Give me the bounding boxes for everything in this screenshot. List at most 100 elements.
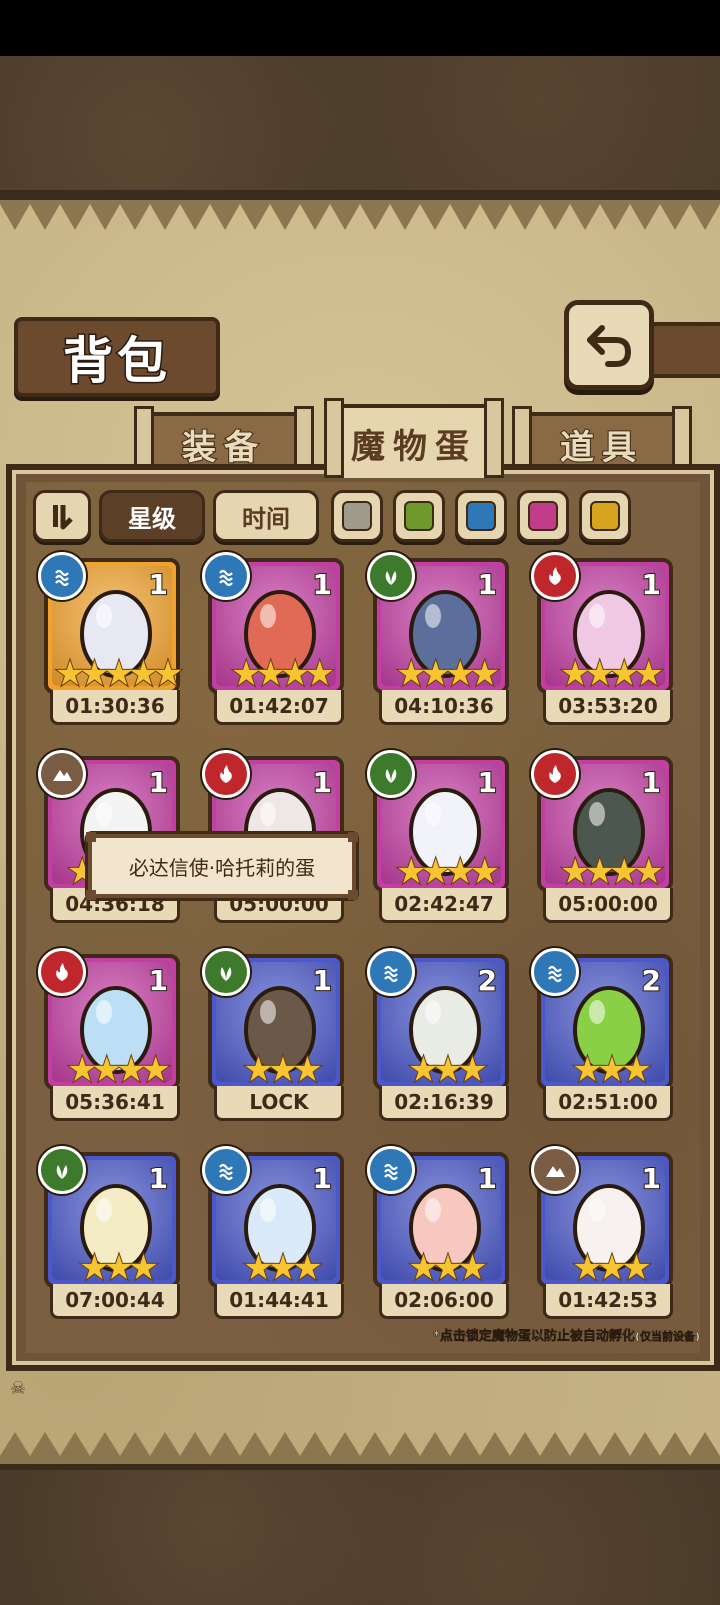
egg-slot[interactable]: ★★★ 1 01:44:41 [202,1146,344,1322]
tooltip-corner [86,832,96,842]
tab-equipment[interactable]: 装备 [134,406,314,486]
title-plate: 背包 [14,317,220,397]
star-rating: ★★★★ [559,654,665,694]
purple-swatch [528,501,558,531]
earth-element-icon [531,1146,579,1194]
hatch-timer: 07:00:44 [50,1284,180,1319]
star-rating: ★★★★ [559,852,665,892]
water-element-icon [202,552,250,600]
egg-count: 2 [476,963,498,998]
lock-hint-text: *点击锁定魔物蛋以防止被自动孵化 [433,1329,635,1345]
back-arrow-icon [587,325,632,367]
star-rating: ★★★ [407,1248,488,1288]
egg-slot[interactable]: ★★★★★ 1 01:30:36 [38,552,184,728]
water-element-icon [367,1146,415,1194]
lock-hint-sub: (仅当前设备) [634,1330,701,1344]
egg-count: 1 [640,567,662,602]
star-rating: ★★★ [571,1248,652,1288]
egg-slot[interactable]: ★★★★ 1 04:10:36 [367,552,509,728]
star-rating: ★★★★ [395,852,501,892]
fire-element-icon [38,948,86,996]
sort-order-toggle-button[interactable] [33,490,91,542]
water-element-icon [531,948,579,996]
filter-gold-button[interactable] [579,490,631,542]
egg-slot[interactable]: ★★★★ 1 05:00:00 [531,750,673,926]
star-rating: ★★★ [242,1248,323,1288]
back-button[interactable] [564,300,654,390]
egg-slot[interactable]: ★★★ 1 LOCK [202,948,344,1124]
hatch-timer: 02:06:00 [379,1284,509,1319]
star-rating: ★★★★★ [54,654,184,694]
egg-count: 1 [476,765,498,800]
hatch-timer: 02:16:39 [379,1086,509,1121]
egg-count: 1 [476,1161,498,1196]
egg-slot[interactable]: ★★★★ 1 05:36:41 [38,948,180,1124]
hatch-timer: 02:51:00 [543,1086,673,1121]
egg-slot[interactable]: ★★★ 1 07:00:44 [38,1146,180,1322]
grass-element-icon [367,552,415,600]
gray-swatch [342,501,372,531]
egg-count: 1 [147,963,169,998]
egg-slot[interactable]: ★★★ 1 02:06:00 [367,1146,509,1322]
filter-purple-button[interactable] [517,490,569,542]
tooltip-corner [86,890,96,900]
egg-count: 1 [640,765,662,800]
grass-element-icon [202,948,250,996]
egg-count: 1 [147,765,169,800]
egg-count: 1 [311,765,333,800]
tooltip-corner [348,832,358,842]
zigzag-border-top [0,190,720,230]
egg-slot[interactable]: ★★★ 2 02:51:00 [531,948,673,1124]
filter-green-button[interactable] [393,490,445,542]
hatch-timer: 01:44:41 [214,1284,344,1319]
egg-slot[interactable]: ★★★ 1 01:42:53 [531,1146,673,1322]
egg-slot[interactable]: ★★★★ 1 03:53:20 [531,552,673,728]
water-element-icon [202,1146,250,1194]
sort-by-time-label: 时间 [242,504,290,533]
grass-element-icon [367,750,415,798]
egg-slot[interactable]: ★★★★ 1 02:42:47 [367,750,509,926]
fire-element-icon [531,552,579,600]
hatch-timer: 01:30:36 [50,690,180,725]
star-rating: ★★★ [78,1248,159,1288]
sort-by-star-label: 星级 [128,504,176,533]
egg-count: 1 [311,1161,333,1196]
egg-slot[interactable]: ★★★ 2 02:16:39 [367,948,509,1124]
map-background-top [0,56,720,191]
tab-monster-eggs[interactable]: 魔物蛋 [324,398,504,478]
star-rating: ★★★ [407,1050,488,1090]
egg-slot[interactable]: ★★★★ 1 01:42:07 [202,552,344,728]
tab-items[interactable]: 道具 [512,406,692,486]
filter-gray-button[interactable] [331,490,383,542]
page-title: 背包 [62,331,171,392]
hatch-timer: 01:42:07 [214,690,344,725]
map-background-bottom [0,1470,720,1605]
egg-count: 1 [476,567,498,602]
gold-swatch [590,501,620,531]
star-rating: ★★★★ [395,654,501,694]
grass-element-icon [38,1146,86,1194]
star-rating: ★★★ [571,1050,652,1090]
zigzag-border-bottom [0,1432,720,1472]
egg-count: 1 [311,963,333,998]
status-bar [0,0,720,56]
filter-blue-button[interactable] [455,490,507,542]
star-rating: ★★★ [242,1050,323,1090]
sort-order-icon [53,505,73,530]
egg-count: 2 [640,963,662,998]
blue-swatch [466,501,496,531]
hatch-timer: 01:42:53 [543,1284,673,1319]
lock-label: LOCK [214,1086,344,1121]
tooltip-text: 必达信使·哈托莉的蛋 [128,855,316,880]
hatch-timer: 05:36:41 [50,1086,180,1121]
sort-by-time-button[interactable]: 时间 [213,490,319,542]
egg-name-tooltip: 必达信使·哈托莉的蛋 [86,832,358,900]
lock-hint: *点击锁定魔物蛋以防止被自动孵化(仅当前设备) [360,1325,701,1345]
egg-count: 1 [311,567,333,602]
tab-post [324,398,344,478]
fire-element-icon [531,750,579,798]
tab-label: 道具 [559,427,644,469]
sort-by-star-button[interactable]: 星级 [99,490,205,542]
tab-label: 装备 [181,427,266,469]
hatch-timer: 04:10:36 [379,690,509,725]
